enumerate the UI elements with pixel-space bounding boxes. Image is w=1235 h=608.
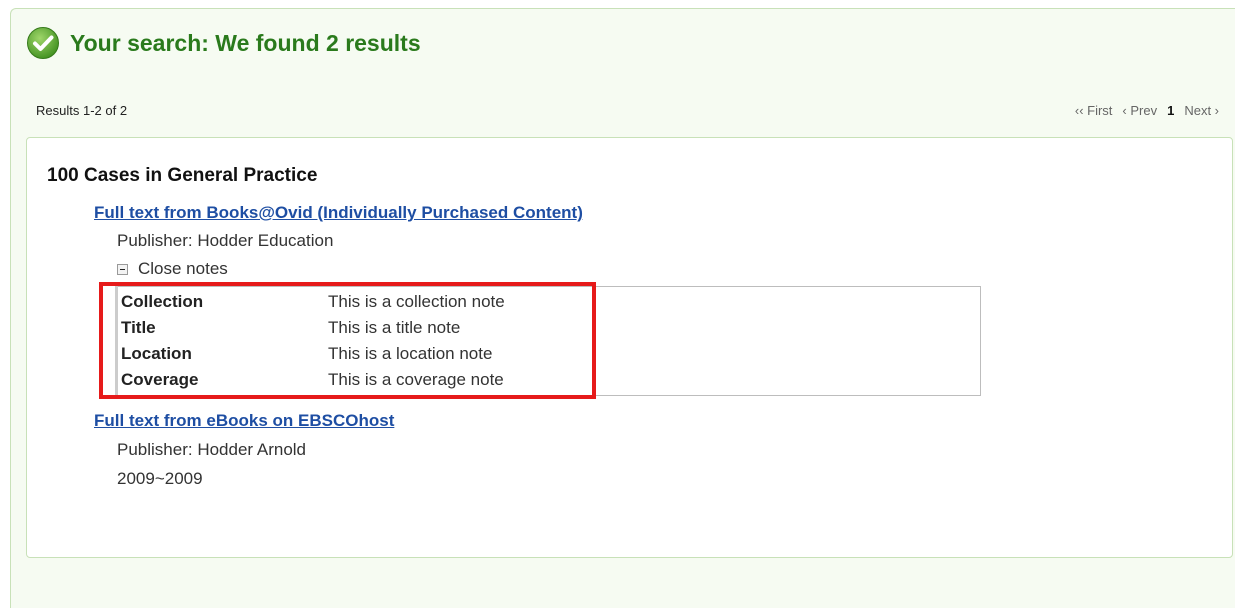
note-label: Title bbox=[121, 318, 156, 337]
close-notes-toggle[interactable]: Close notes bbox=[117, 259, 228, 279]
source-link-books-ovid[interactable]: Full text from Books@Ovid (Individually … bbox=[94, 203, 583, 223]
pager-next-link[interactable]: Next › bbox=[1184, 103, 1219, 118]
note-row-title: Title This is a title note bbox=[121, 318, 460, 338]
results-count: Results 1-2 of 2 bbox=[36, 103, 128, 118]
note-value: This is a location note bbox=[328, 344, 493, 363]
pagination: ‹‹ First ‹ Prev 1 Next › bbox=[1075, 103, 1219, 118]
source-link-ebsco[interactable]: Full text from eBooks on EBSCOhost bbox=[94, 411, 394, 431]
note-value: This is a coverage note bbox=[328, 370, 504, 389]
note-row-collection: Collection This is a collection note bbox=[121, 292, 505, 312]
note-label: Collection bbox=[121, 292, 204, 311]
note-label: Location bbox=[121, 344, 192, 363]
note-label: Coverage bbox=[121, 370, 199, 389]
search-header: Your search: We found 2 results bbox=[26, 26, 421, 60]
record-title: 100 Cases in General Practice bbox=[47, 165, 318, 186]
publisher-text: Publisher: Hodder Arnold bbox=[117, 440, 307, 459]
note-value: This is a title note bbox=[328, 318, 461, 337]
coverage-text: 2009~2009 bbox=[117, 469, 203, 488]
note-row-location: Location This is a location note bbox=[121, 344, 492, 364]
page-title: Your search: We found 2 results bbox=[70, 29, 421, 56]
note-value: This is a collection note bbox=[328, 292, 505, 311]
note-row-coverage: Coverage This is a coverage note bbox=[121, 370, 504, 390]
collapse-minus-icon[interactable] bbox=[117, 263, 128, 275]
pager-prev-link[interactable]: ‹ Prev bbox=[1122, 103, 1157, 118]
close-notes-label[interactable]: Close notes bbox=[138, 259, 228, 279]
pager-current-page: 1 bbox=[1167, 103, 1175, 118]
check-circle-icon bbox=[26, 26, 60, 60]
notes-left-rule bbox=[115, 286, 118, 396]
publisher-text: Publisher: Hodder Education bbox=[117, 231, 334, 250]
pager-first-link[interactable]: ‹‹ First bbox=[1075, 103, 1113, 118]
